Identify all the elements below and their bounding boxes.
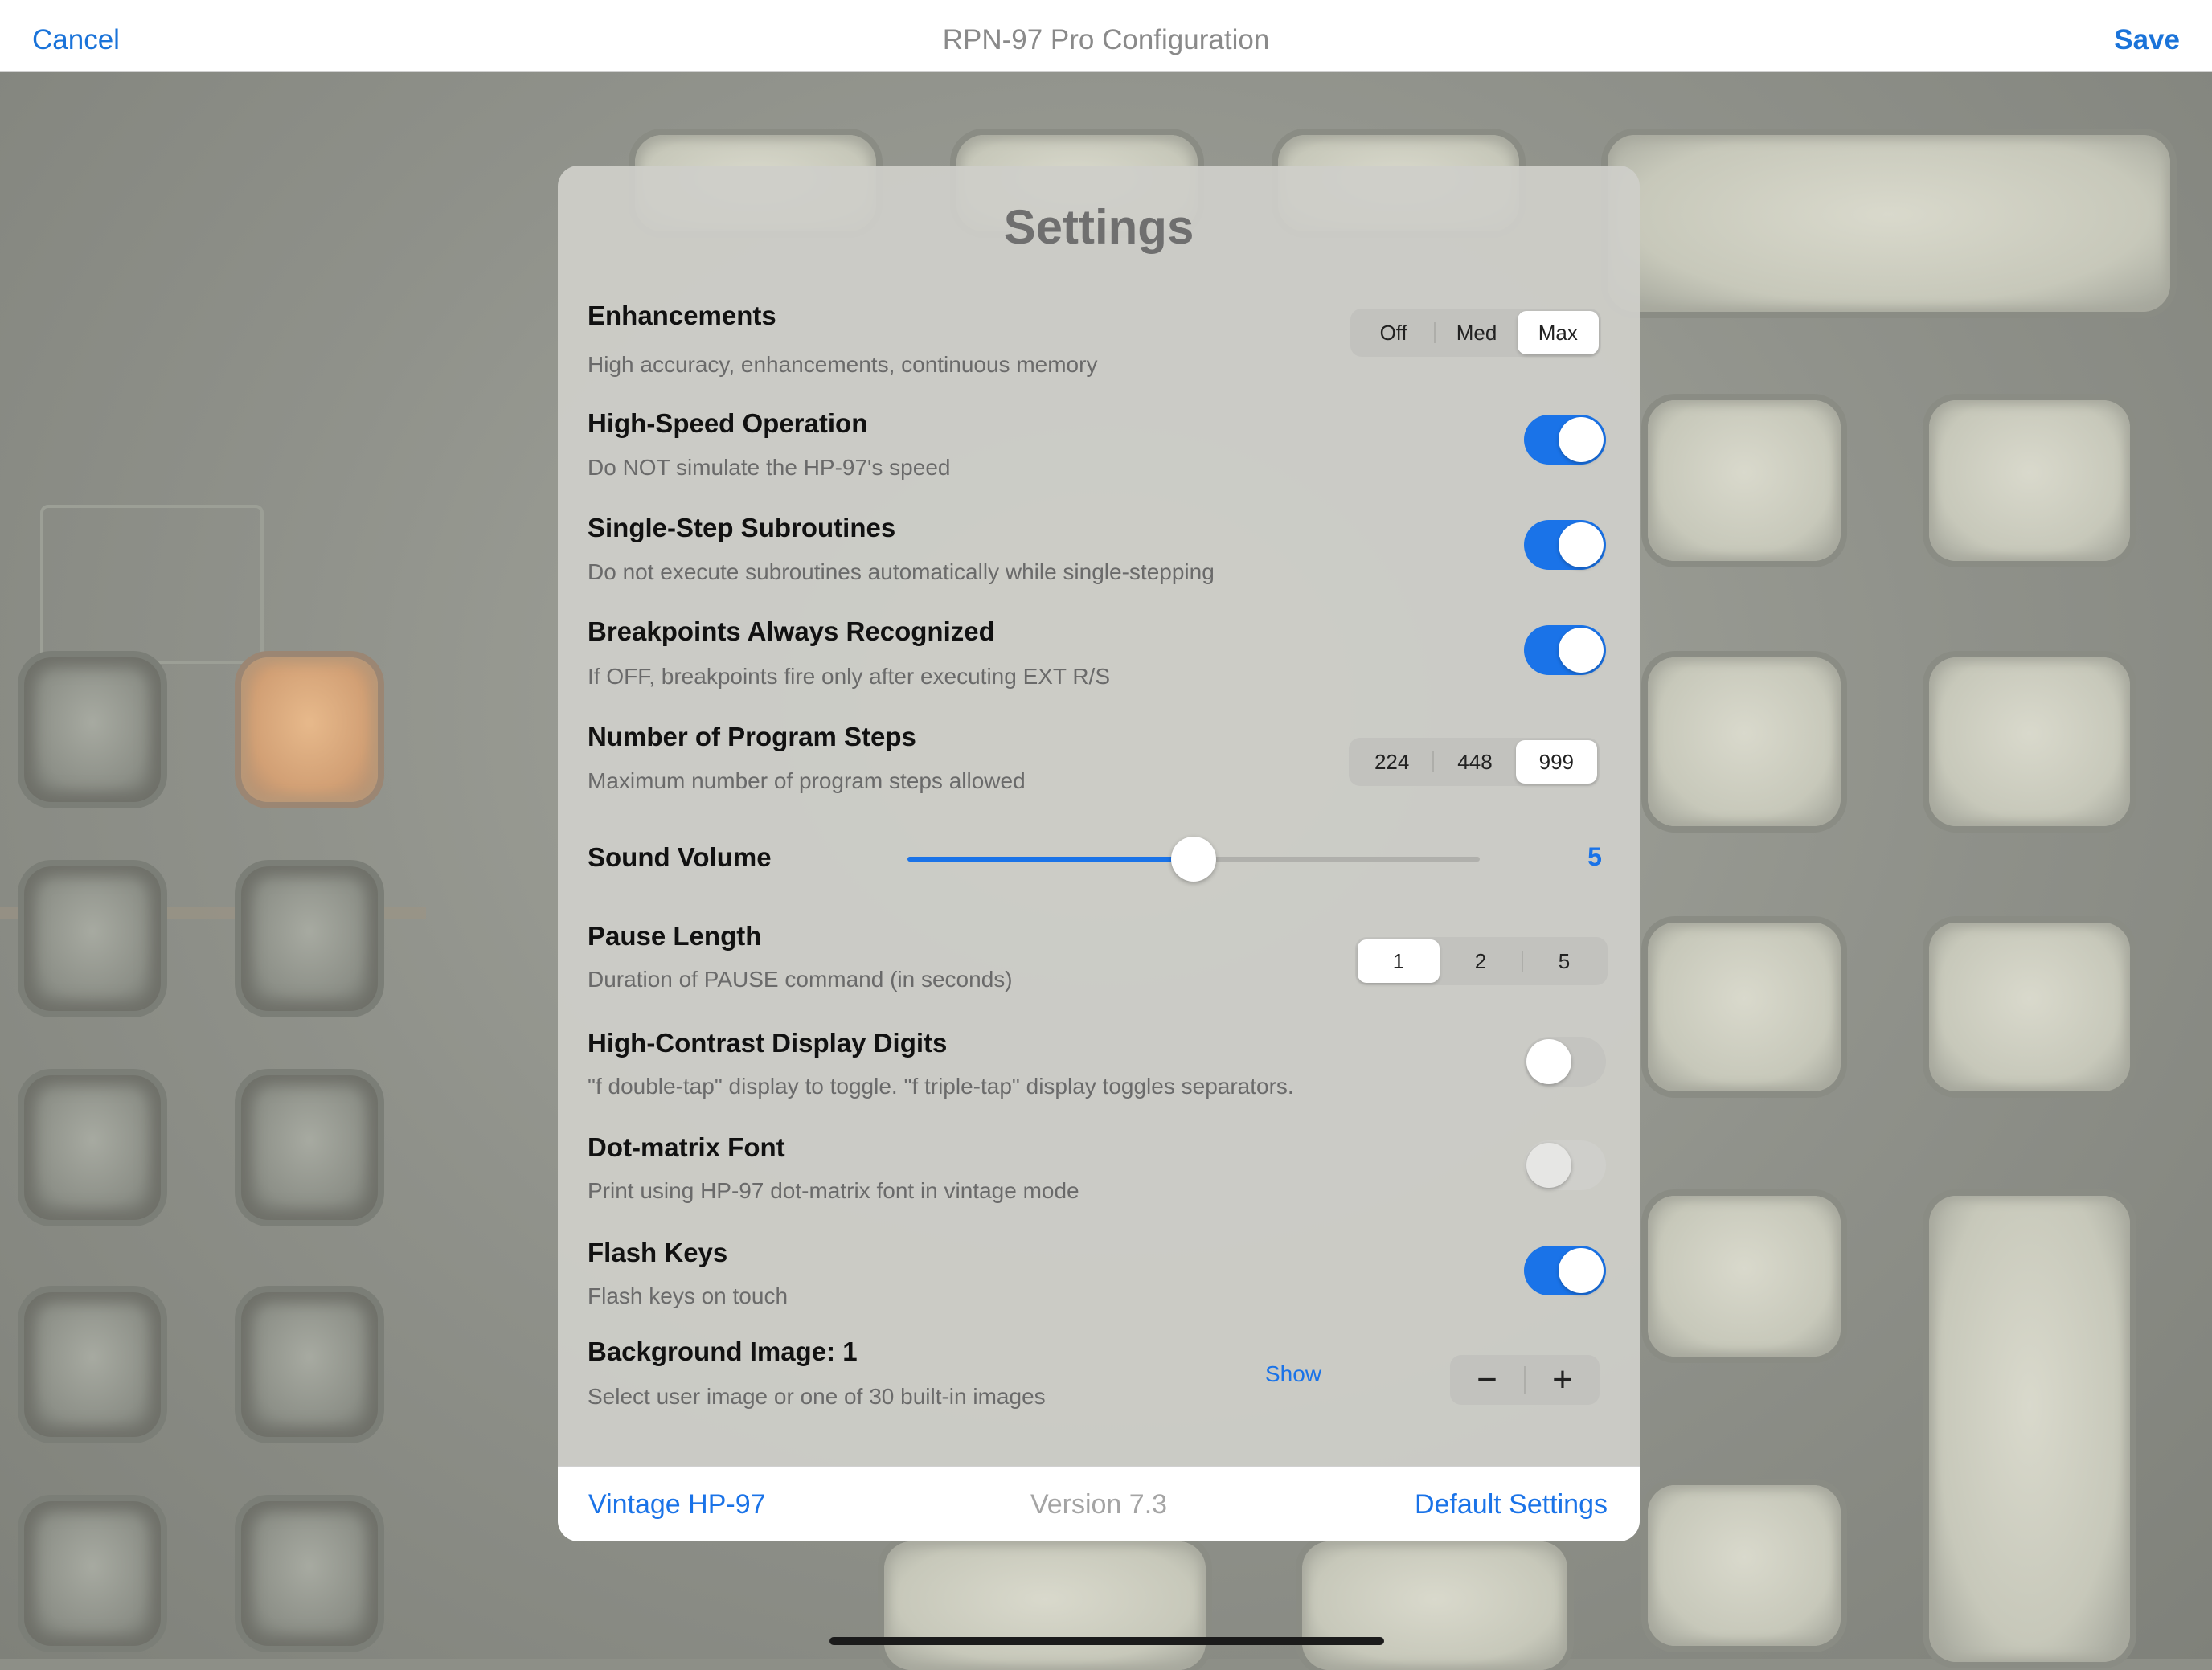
- toggle-knob: [1559, 628, 1604, 673]
- high-speed-toggle[interactable]: [1524, 415, 1606, 465]
- sound-volume-slider[interactable]: [907, 837, 1480, 882]
- program-steps-option-999[interactable]: 999: [1515, 740, 1597, 784]
- bg-key: [1302, 1541, 1567, 1670]
- nav-title: RPN-97 Pro Configuration: [942, 24, 1270, 55]
- slider-fill: [907, 857, 1194, 862]
- bg-key: [241, 1292, 378, 1437]
- flash-keys-subtitle: Flash keys on touch: [588, 1283, 789, 1308]
- cancel-button[interactable]: Cancel: [32, 0, 120, 71]
- settings-panel: Settings Enhancements High accuracy, enh…: [558, 166, 1640, 1541]
- slider-thumb[interactable]: [1171, 837, 1216, 882]
- high-speed-title: High-Speed Operation: [588, 408, 868, 438]
- bg-key: [1648, 657, 1841, 826]
- enhancements-segmented-control: Off Med Max: [1350, 309, 1601, 357]
- high-contrast-toggle[interactable]: [1524, 1037, 1606, 1087]
- vintage-hp97-button[interactable]: Vintage HP-97: [588, 1467, 766, 1541]
- pause-length-subtitle: Duration of PAUSE command (in seconds): [588, 967, 1013, 992]
- high-contrast-title: High-Contrast Display Digits: [588, 1028, 948, 1058]
- program-steps-segmented-control: 224 448 999: [1349, 738, 1600, 786]
- bg-key: [1608, 135, 2170, 312]
- dot-matrix-toggle[interactable]: [1524, 1140, 1606, 1190]
- single-step-subtitle: Do not execute subroutines automatically…: [588, 559, 1215, 584]
- high-speed-subtitle: Do NOT simulate the HP-97's speed: [588, 455, 951, 480]
- bg-key: [1648, 1485, 1841, 1646]
- bg-key: [24, 1075, 161, 1220]
- increment-button[interactable]: +: [1526, 1355, 1600, 1405]
- bg-key: [24, 866, 161, 1011]
- pause-length-option-5[interactable]: 5: [1523, 939, 1605, 983]
- high-contrast-subtitle: "f double-tap" display to toggle. "f tri…: [588, 1074, 1294, 1099]
- enhancements-option-off[interactable]: Off: [1353, 311, 1434, 354]
- sound-volume-value: 5: [1587, 842, 1602, 871]
- navigation-bar: RPN-97 Pro Configuration Cancel Save: [0, 0, 2212, 72]
- settings-footer: Version 7.3 Vintage HP-97 Default Settin…: [558, 1466, 1640, 1541]
- bg-key: [1648, 400, 1841, 561]
- bg-key: [241, 1501, 378, 1646]
- breakpoints-subtitle: If OFF, breakpoints fire only after exec…: [588, 664, 1110, 689]
- bg-key: [24, 1501, 161, 1646]
- flash-keys-toggle[interactable]: [1524, 1246, 1606, 1295]
- background-image-subtitle: Select user image or one of 30 built-in …: [588, 1384, 1046, 1409]
- program-steps-option-224[interactable]: 224: [1351, 740, 1432, 784]
- toggle-knob: [1559, 1248, 1604, 1293]
- background-image-stepper: − +: [1450, 1355, 1600, 1405]
- program-steps-option-448[interactable]: 448: [1434, 740, 1515, 784]
- single-step-title: Single-Step Subroutines: [588, 513, 896, 542]
- bg-key: [1929, 400, 2130, 561]
- enhancements-subtitle: High accuracy, enhancements, continuous …: [588, 352, 1098, 377]
- toggle-knob: [1559, 522, 1604, 567]
- program-steps-subtitle: Maximum number of program steps allowed: [588, 768, 1026, 793]
- bg-key: [1648, 1196, 1841, 1357]
- pause-length-title: Pause Length: [588, 921, 762, 951]
- pause-length-option-2[interactable]: 2: [1440, 939, 1522, 983]
- flash-keys-title: Flash Keys: [588, 1238, 728, 1267]
- bg-key: [24, 1292, 161, 1437]
- bg-key: [241, 1075, 378, 1220]
- pause-length-segmented-control: 1 2 5: [1355, 937, 1608, 985]
- breakpoints-title: Breakpoints Always Recognized: [588, 616, 995, 646]
- bg-panel-outline: [40, 505, 264, 664]
- save-button[interactable]: Save: [2114, 0, 2180, 71]
- sound-volume-title: Sound Volume: [588, 842, 772, 872]
- dot-matrix-title: Dot-matrix Font: [588, 1132, 785, 1162]
- bg-key: [241, 866, 378, 1011]
- bg-key: [884, 1541, 1206, 1670]
- show-background-button[interactable]: Show: [1265, 1361, 1321, 1387]
- toggle-knob: [1559, 417, 1604, 462]
- enhancements-title: Enhancements: [588, 301, 776, 330]
- toggle-knob: [1526, 1039, 1571, 1084]
- enhancements-option-max[interactable]: Max: [1517, 311, 1599, 354]
- decrement-button[interactable]: −: [1450, 1355, 1524, 1405]
- bg-key: [1929, 657, 2130, 826]
- pause-length-option-1[interactable]: 1: [1358, 939, 1440, 983]
- program-steps-title: Number of Program Steps: [588, 722, 916, 751]
- bg-key: [1648, 923, 1841, 1091]
- breakpoints-toggle[interactable]: [1524, 625, 1606, 675]
- bg-key: [1929, 1196, 2130, 1662]
- default-settings-button[interactable]: Default Settings: [1415, 1467, 1608, 1541]
- dot-matrix-subtitle: Print using HP-97 dot-matrix font in vin…: [588, 1178, 1079, 1203]
- enhancements-option-med[interactable]: Med: [1436, 311, 1517, 354]
- bg-key: [1929, 923, 2130, 1091]
- toggle-knob: [1526, 1143, 1571, 1188]
- bg-key: [24, 657, 161, 802]
- settings-title: Settings: [1003, 200, 1194, 254]
- home-indicator: [830, 1637, 1384, 1645]
- bg-key: [241, 657, 378, 802]
- background-image-title: Background Image: 1: [588, 1336, 858, 1366]
- single-step-toggle[interactable]: [1524, 520, 1606, 570]
